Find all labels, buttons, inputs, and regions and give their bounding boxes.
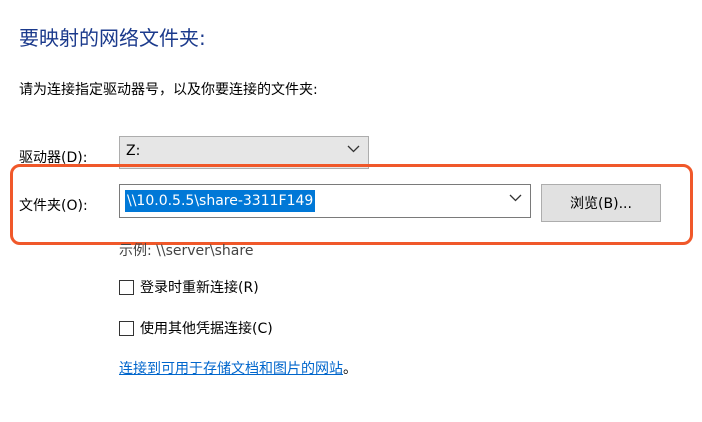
dialog-heading: 要映射的网络文件夹: [19, 26, 206, 50]
reconnect-option[interactable]: 登录时重新连接(R) [119, 277, 259, 297]
website-link-row: 连接到可用于存储文档和图片的网站。 [119, 358, 357, 378]
instruction-text: 请为连接指定驱动器号，以及你要连接的文件夹: [19, 82, 318, 98]
other-credentials-checkbox[interactable] [119, 320, 134, 336]
example-text: 示例: \\server\share [119, 243, 254, 259]
highlight-annotation [10, 164, 693, 245]
website-link[interactable]: 连接到可用于存储文档和图片的网站 [119, 361, 343, 377]
other-credentials-option[interactable]: 使用其他凭据连接(C) [119, 318, 273, 338]
chevron-down-icon [347, 145, 360, 153]
drive-select-value: Z: [126, 143, 141, 159]
other-credentials-label[interactable]: 使用其他凭据连接(C) [140, 318, 273, 338]
reconnect-checkbox[interactable] [119, 279, 134, 295]
link-suffix: 。 [343, 361, 357, 377]
reconnect-label[interactable]: 登录时重新连接(R) [140, 277, 259, 297]
